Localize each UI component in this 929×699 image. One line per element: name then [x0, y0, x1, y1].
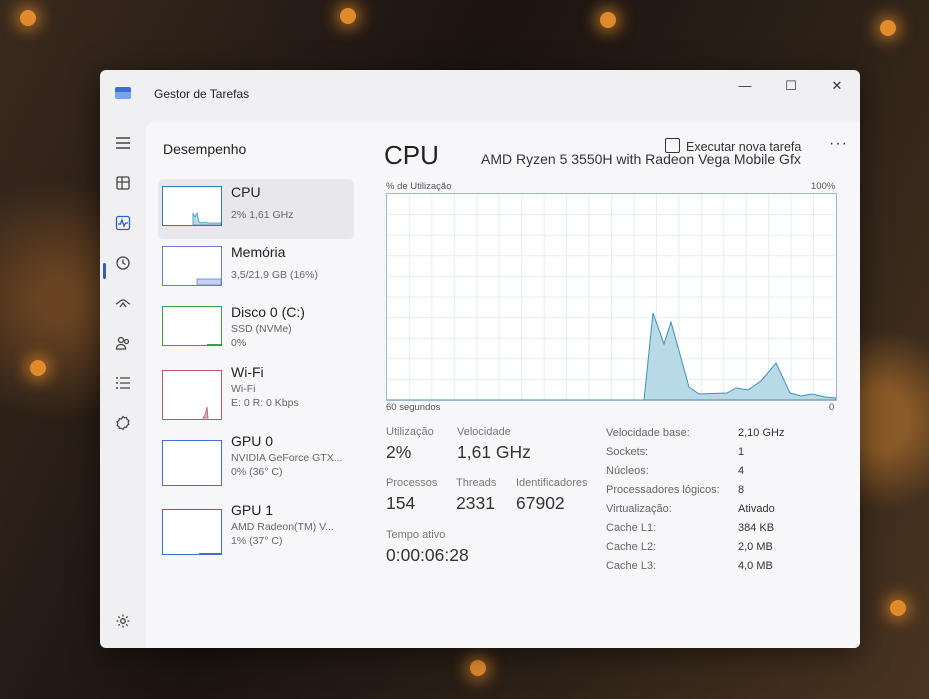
task-manager-window: Gestor de Tarefas — ☐ ✕ Desempenho Execu… — [100, 70, 860, 648]
list-item-detail: 0% — [231, 337, 247, 349]
list-item-name: GPU 1 — [231, 502, 274, 518]
menu-icon[interactable] — [112, 135, 134, 157]
list-item-detail: 2% 1,61 GHz — [231, 209, 294, 221]
app-history-icon[interactable] — [112, 255, 134, 277]
performance-icon[interactable] — [112, 215, 134, 237]
list-item-name: Disco 0 (C:) — [231, 304, 305, 320]
performance-page: Desempenho Executar nova tarefa ··· CPU … — [146, 122, 860, 648]
background-light — [600, 12, 616, 28]
spec-value: 384 KB — [738, 522, 775, 534]
spec-value: 4 — [738, 465, 745, 477]
memory-thumbnail-graph — [162, 246, 222, 286]
processes-value: 154 — [386, 493, 416, 513]
background-light — [890, 600, 906, 616]
cpu-model-name: AMD Ryzen 5 3550H with Radeon Vega Mobil… — [481, 151, 801, 167]
gpu1-thumbnail-graph — [162, 509, 222, 555]
list-item-detail: 3,5/21,9 GB (16%) — [231, 269, 318, 281]
wifi-thumbnail-graph — [162, 370, 222, 420]
list-item-wifi[interactable]: Wi-Fi Wi-Fi E: 0 R: 0 Kbps — [158, 359, 354, 420]
cpu-utilization-graph — [386, 193, 837, 401]
selection-indicator — [103, 263, 106, 279]
spec-label: Cache L3: — [606, 560, 657, 572]
graph-y-label: % de Utilização — [386, 181, 452, 192]
startup-apps-icon[interactable] — [112, 295, 134, 317]
list-item-detail: 1% (37° C) — [231, 535, 283, 547]
task-manager-icon — [115, 87, 131, 99]
spec-value: 2,10 GHz — [738, 427, 785, 439]
graph-x-left-label: 60 segundos — [386, 402, 441, 413]
threads-value: 2331 — [456, 493, 495, 513]
handles-value: 67902 — [516, 493, 565, 513]
list-item-gpu1[interactable]: GPU 1 AMD Radeon(TM) V... 1% (37° C) — [158, 497, 354, 557]
spec-value: 2,0 MB — [738, 541, 773, 553]
spec-value: 1 — [738, 446, 745, 458]
background-light — [880, 20, 896, 36]
services-icon[interactable] — [112, 415, 134, 437]
close-button[interactable]: ✕ — [820, 78, 854, 96]
spec-label: Cache L2: — [606, 541, 657, 553]
list-item-disk[interactable]: Disco 0 (C:) SSD (NVMe) 0% — [158, 299, 354, 359]
handles-label: Identificadores — [516, 477, 588, 489]
title-bar[interactable]: Gestor de Tarefas — ☐ ✕ — [100, 70, 860, 116]
background-light — [470, 660, 486, 676]
graph-y-max-label: 100% — [811, 181, 836, 192]
graph-x-right-label: 0 — [829, 402, 835, 413]
spec-label: Velocidade base: — [606, 427, 690, 439]
disk-thumbnail-graph — [162, 306, 222, 346]
utilization-label: Utilização — [386, 426, 434, 438]
window-title: Gestor de Tarefas — [154, 87, 250, 101]
utilization-value: 2% — [386, 442, 412, 462]
cpu-detail-panel: CPU AMD Ryzen 5 3550H with Radeon Vega M… — [384, 130, 844, 635]
threads-label: Threads — [456, 477, 497, 489]
details-icon[interactable] — [112, 375, 134, 397]
processes-icon[interactable] — [112, 175, 134, 197]
list-item-detail: SSD (NVMe) — [231, 323, 292, 335]
background-light — [20, 10, 36, 26]
background-light — [30, 360, 46, 376]
list-item-name: CPU — [231, 184, 261, 200]
detail-title: CPU — [384, 140, 439, 170]
list-item-name: Memória — [231, 244, 286, 260]
cpu-thumbnail-graph — [162, 186, 222, 226]
uptime-label: Tempo ativo — [386, 529, 446, 541]
spec-label: Processadores lógicos: — [606, 484, 720, 496]
spec-value: Ativado — [738, 503, 775, 515]
list-item-name: Wi-Fi — [231, 364, 264, 380]
minimize-button[interactable]: — — [728, 78, 762, 96]
spec-label: Sockets: — [606, 446, 649, 458]
speed-value: 1,61 GHz — [457, 442, 531, 462]
list-item-gpu0[interactable]: GPU 0 NVIDIA GeForce GTX... 0% (36° C) — [158, 428, 354, 488]
users-icon[interactable] — [112, 335, 134, 357]
spec-label: Cache L1: — [606, 522, 657, 534]
list-item-detail: 0% (36° C) — [231, 466, 283, 478]
navigation-rail — [100, 116, 146, 648]
maximize-button[interactable]: ☐ — [774, 78, 808, 96]
background-light — [340, 8, 356, 24]
list-item-memory[interactable]: Memória 3,5/21,9 GB (16%) — [158, 239, 354, 299]
list-item-detail: E: 0 R: 0 Kbps — [231, 397, 299, 409]
page-title: Desempenho — [163, 141, 247, 157]
list-item-cpu[interactable]: CPU 2% 1,61 GHz — [158, 179, 354, 239]
spec-value: 8 — [738, 484, 745, 496]
processes-label: Processos — [386, 477, 438, 489]
spec-label: Virtualização: — [606, 503, 672, 515]
list-item-detail: AMD Radeon(TM) V... — [231, 521, 334, 533]
list-item-detail: NVIDIA GeForce GTX... — [231, 452, 343, 464]
list-item-name: GPU 0 — [231, 433, 274, 449]
speed-label: Velocidade — [457, 426, 511, 438]
spec-label: Núcleos: — [606, 465, 649, 477]
settings-icon[interactable] — [112, 613, 134, 635]
list-item-detail: Wi-Fi — [231, 383, 256, 395]
gpu0-thumbnail-graph — [162, 440, 222, 486]
spec-value: 4,0 MB — [738, 560, 773, 572]
uptime-value: 0:00:06:28 — [386, 545, 469, 565]
